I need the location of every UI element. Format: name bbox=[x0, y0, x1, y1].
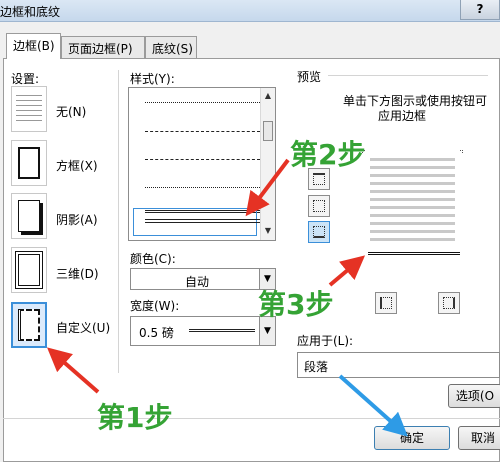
ok-button[interactable]: 确定 bbox=[374, 426, 450, 450]
color-dropdown[interactable]: 自动 ▼ bbox=[130, 268, 276, 290]
apply-to-value: 段落 bbox=[304, 360, 329, 374]
preview-label: 预览 bbox=[297, 70, 322, 84]
apply-to-label: 应用于(L): bbox=[297, 334, 354, 348]
style-list[interactable]: ▲ ▼ bbox=[128, 87, 276, 241]
setting-3d-label[interactable]: 三维(D) bbox=[56, 265, 99, 282]
style-selected-item[interactable] bbox=[133, 208, 260, 236]
style-dash-dot-dot[interactable] bbox=[145, 187, 260, 188]
style-label: 样式(Y): bbox=[130, 72, 175, 86]
style-dashed[interactable] bbox=[145, 131, 260, 132]
width-line-sample bbox=[189, 329, 255, 332]
bottom-divider bbox=[3, 418, 500, 419]
help-button[interactable]: ? bbox=[460, 0, 500, 20]
preview-bottom-border[interactable] bbox=[368, 252, 460, 255]
color-label: 颜色(C): bbox=[130, 252, 176, 266]
step-1-annotation: 第1步 bbox=[97, 401, 173, 434]
setting-none-icon[interactable] bbox=[11, 86, 47, 132]
setting-custom-label[interactable]: 自定义(U) bbox=[56, 319, 110, 336]
setting-box-label[interactable]: 方框(X) bbox=[56, 157, 98, 174]
scroll-down-icon[interactable]: ▼ bbox=[263, 226, 273, 236]
options-button[interactable]: 选项(O bbox=[448, 384, 500, 408]
scroll-up-icon[interactable]: ▲ bbox=[263, 91, 273, 101]
dialog-title: 边框和底纹 bbox=[0, 5, 61, 19]
preview-diagram[interactable] bbox=[360, 148, 465, 258]
bottom-border-button[interactable] bbox=[308, 221, 330, 243]
style-dotted[interactable] bbox=[145, 102, 260, 103]
width-label: 宽度(W): bbox=[130, 299, 180, 313]
tab-shading[interactable]: 底纹(S) bbox=[145, 36, 197, 58]
preview-hint-2: 应用边框 bbox=[378, 109, 427, 123]
step-3-annotation: 第3步 bbox=[258, 288, 334, 321]
preview-divider bbox=[328, 75, 488, 76]
width-dropdown[interactable]: 0.5 磅 ▼ bbox=[130, 316, 276, 346]
step-2-annotation: 第2步 bbox=[290, 138, 366, 171]
title-bar: 边框和底纹 ? bbox=[0, 0, 500, 22]
right-border-button[interactable] bbox=[438, 292, 460, 314]
setting-shadow-icon[interactable] bbox=[11, 193, 47, 239]
setting-3d-icon[interactable] bbox=[11, 247, 47, 293]
tab-page-borders[interactable]: 页面边框(P) bbox=[61, 36, 145, 58]
style-scrollbar[interactable]: ▲ ▼ bbox=[260, 88, 275, 240]
color-value: 自动 bbox=[185, 275, 210, 289]
width-value: 0.5 磅 bbox=[139, 326, 174, 340]
tab-borders[interactable]: 边框(B) bbox=[6, 33, 61, 59]
column-divider bbox=[118, 70, 119, 373]
cancel-button[interactable]: 取消 bbox=[458, 426, 500, 450]
setting-shadow-label[interactable]: 阴影(A) bbox=[56, 211, 98, 228]
apply-to-dropdown[interactable]: 段落 bbox=[297, 352, 500, 378]
setting-custom-icon[interactable] bbox=[11, 302, 47, 348]
left-border-button[interactable] bbox=[375, 292, 397, 314]
setting-box-icon[interactable] bbox=[11, 140, 47, 186]
scroll-thumb[interactable] bbox=[263, 121, 273, 141]
style-dash-dot[interactable] bbox=[145, 159, 260, 160]
setting-none-label[interactable]: 无(N) bbox=[56, 103, 86, 120]
settings-label: 设置: bbox=[11, 72, 40, 86]
inside-border-button[interactable] bbox=[308, 195, 330, 217]
